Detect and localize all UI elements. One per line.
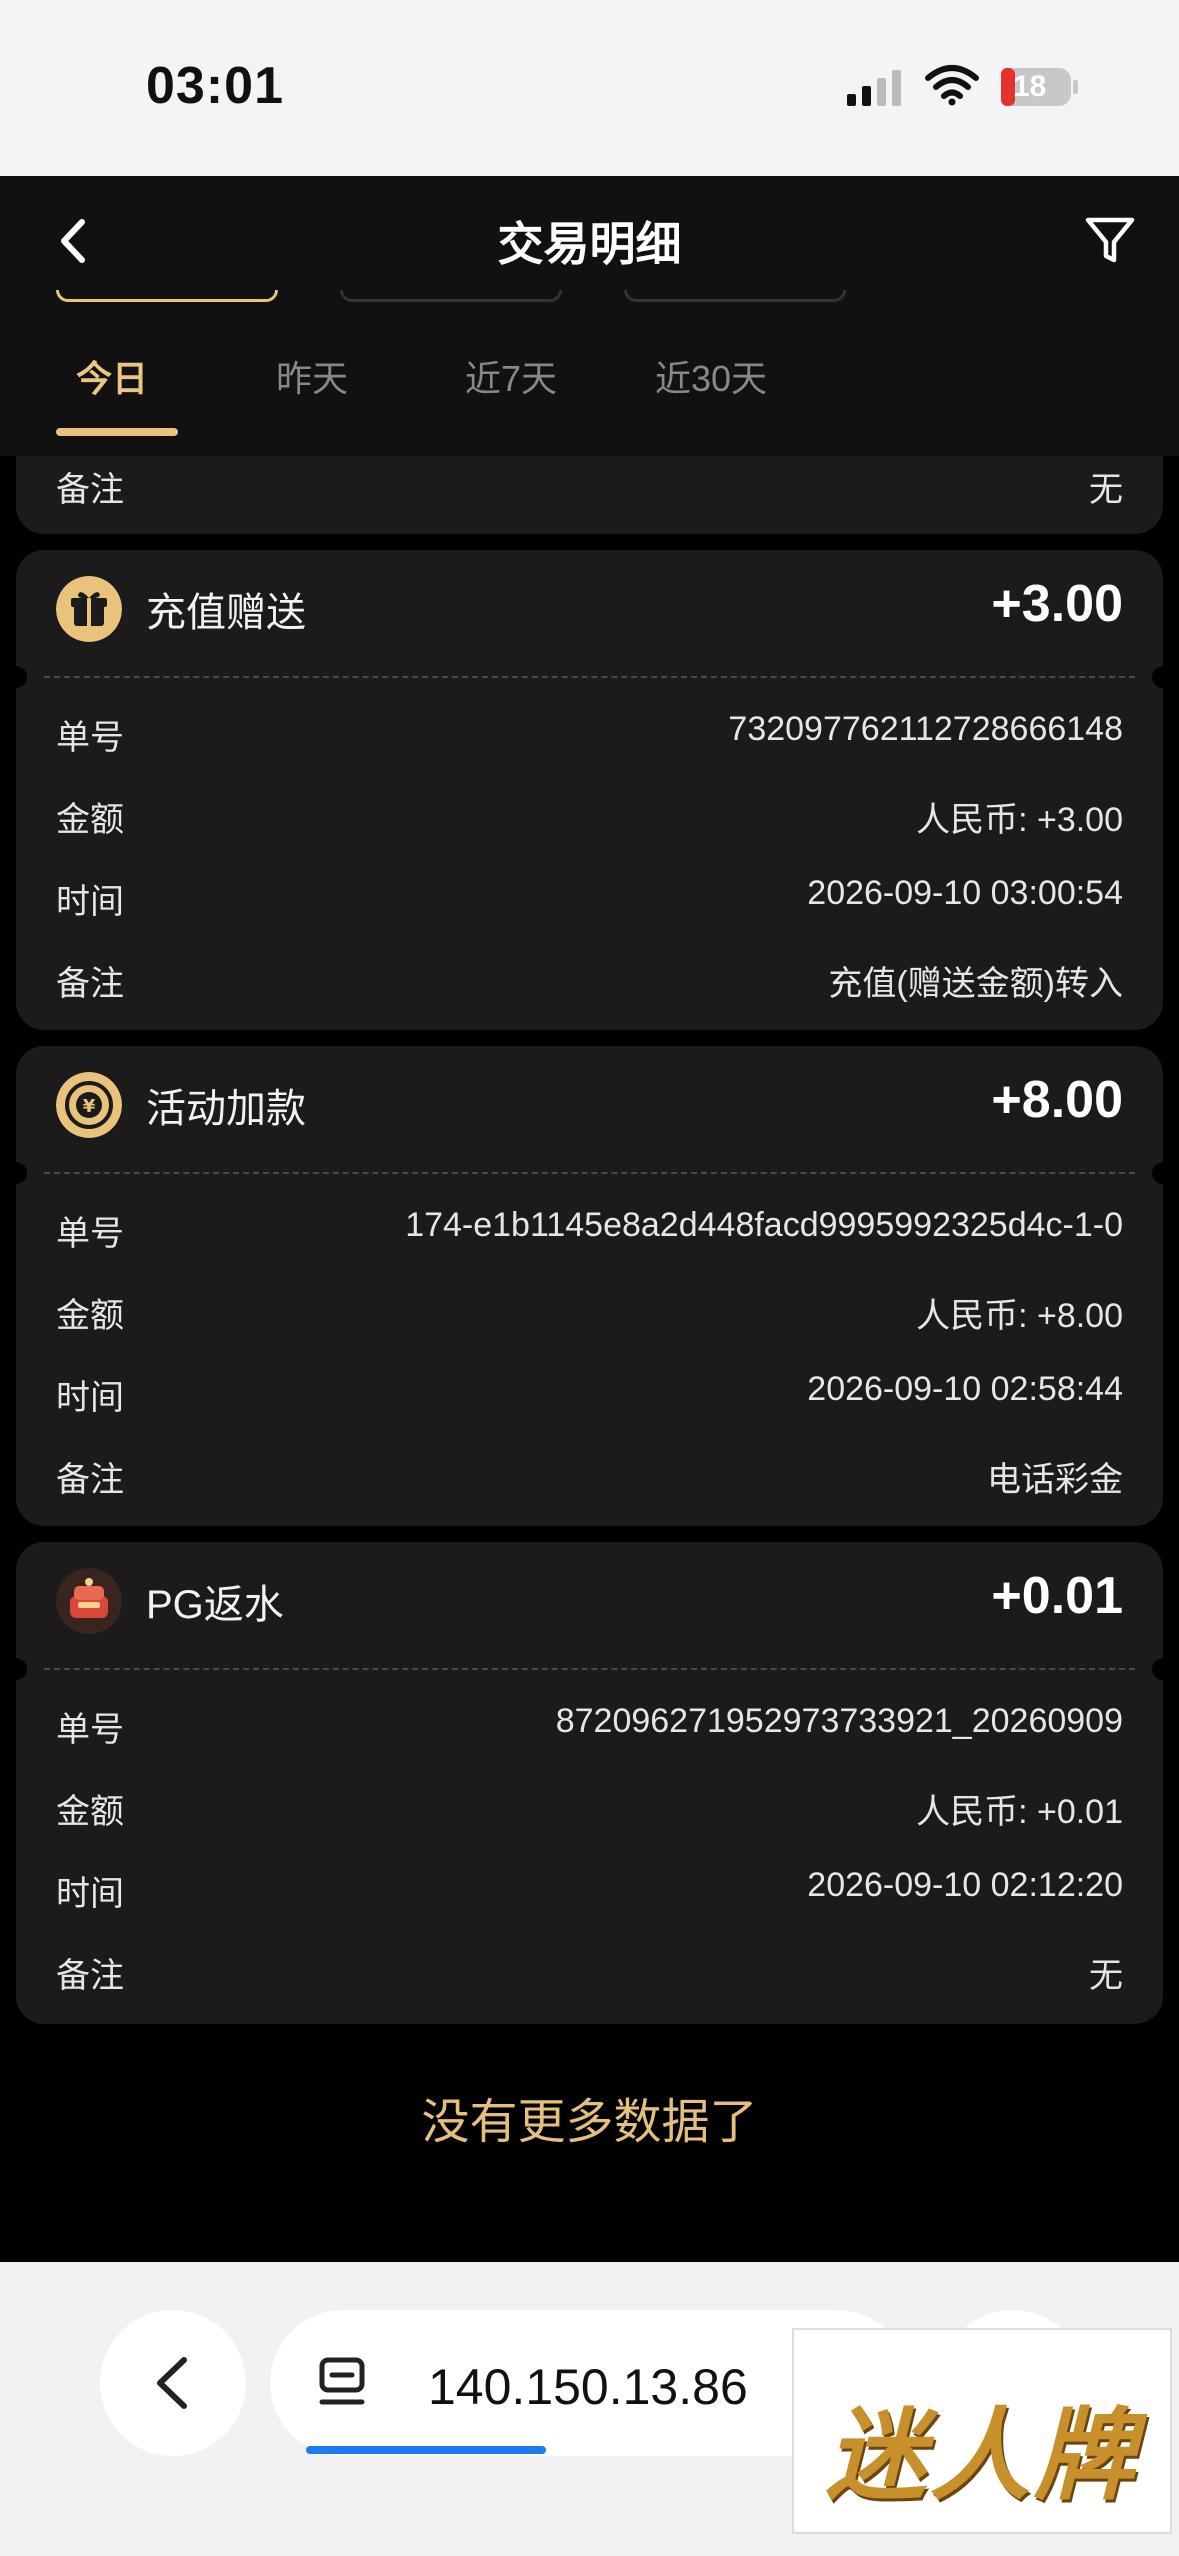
card-header: PG返水 +0.01: [16, 1542, 1163, 1670]
wifi-icon: [925, 65, 979, 106]
time-value: 2026-09-10 03:00:54: [807, 874, 1123, 912]
transaction-card: ¥ 活动加款 +8.00 单号 174-e1b1145e8a2d448facd9…: [5, 1046, 1174, 1526]
amount-value: 人民币: +0.01: [916, 1793, 1123, 1831]
battery-level: 18: [1013, 70, 1047, 103]
remark-value: 充值(赠送金额)转入: [828, 965, 1123, 1003]
row-label: 金额: [56, 801, 124, 839]
card-notch: [1152, 1162, 1174, 1184]
row-label: 单号: [56, 1711, 124, 1749]
amount-row: 金额 人民币: +3.00: [56, 792, 1123, 852]
amount-row: 金额 人民币: +0.01: [56, 1784, 1123, 1844]
card-notch: [5, 1162, 27, 1184]
row-label: 时间: [56, 1379, 124, 1417]
watermark-text: 迷人牌: [826, 2400, 1138, 2512]
row-label: 单号: [56, 719, 124, 757]
coin-activity-icon: ¥: [56, 1072, 122, 1138]
type-filter-pill-active[interactable]: [56, 290, 278, 302]
remark-row: 备注 充值(赠送金额)转入: [56, 956, 1123, 1016]
filter-icon[interactable]: [1080, 210, 1140, 270]
tab-7-days[interactable]: 近7天: [465, 350, 557, 402]
tab-30-days[interactable]: 近30天: [655, 350, 767, 402]
page-title: 交易明细: [497, 218, 682, 270]
page-menu-icon[interactable]: [318, 2356, 370, 2412]
row-label: 备注: [56, 1461, 124, 1499]
dashed-divider: [44, 1172, 1135, 1174]
row-label: 备注: [56, 1957, 124, 1995]
remark-row: 备注 无: [56, 462, 1123, 522]
card-header: ¥ 活动加款 +8.00: [16, 1046, 1163, 1174]
row-label: 单号: [56, 1215, 124, 1253]
order-number: 8720962719529737339​21_20260909: [555, 1702, 1123, 1740]
browser-back-button[interactable]: [100, 2310, 246, 2456]
order-number-row: 单号 7320977621127286661​48: [56, 710, 1123, 770]
row-label: 备注: [56, 471, 124, 509]
status-bar: 03:01 18: [0, 0, 1179, 176]
remark-row: 备注 无: [56, 1948, 1123, 2008]
tab-yesterday[interactable]: 昨天: [276, 350, 348, 402]
row-label: 时间: [56, 1875, 124, 1913]
card-notch: [1152, 1658, 1174, 1680]
battery-indicator: 18: [1000, 66, 1080, 108]
order-number: 7320977621127286661​48: [728, 710, 1123, 748]
card-notch: [5, 1658, 27, 1680]
transaction-type: PG返水: [146, 1583, 284, 1627]
time-value: 2026-09-10 02:58:44: [807, 1370, 1123, 1408]
cellular-signal-icon: [847, 70, 901, 106]
remark-value: 电话彩金: [987, 1461, 1123, 1499]
order-number-row: 单号 174-e1b1145e8a2d448facd9995992325d4c-…: [56, 1206, 1123, 1266]
url-text: 140.150.13.86: [428, 2359, 748, 2415]
amount-value: 人民币: +3.00: [916, 801, 1123, 839]
status-time: 03:01: [146, 57, 284, 115]
time-row: 时间 2026-09-10 02:12:20: [56, 1866, 1123, 1926]
card-header: 充值赠送 +3.00: [16, 550, 1163, 678]
transaction-amount: +3.00: [991, 575, 1123, 633]
transaction-amount: +0.01: [991, 1567, 1123, 1625]
row-value: 无: [1089, 471, 1123, 509]
amount-value: 人民币: +8.00: [916, 1297, 1123, 1335]
card-notch: [1152, 666, 1174, 688]
type-filter-pill[interactable]: [340, 290, 562, 302]
svg-text:¥: ¥: [83, 1096, 96, 1117]
dashed-divider: [44, 1668, 1135, 1670]
order-number-row: 单号 8720962719529737339​21_20260909: [56, 1702, 1123, 1762]
time-row: 时间 2026-09-10 02:58:44: [56, 1370, 1123, 1430]
date-tabs: 今日 昨天 近7天 近30天: [0, 350, 1179, 430]
watermark-logo: 迷人牌: [792, 2328, 1172, 2534]
row-label: 备注: [56, 965, 124, 1003]
card-notch: [5, 666, 27, 688]
transaction-amount: +8.00: [991, 1071, 1123, 1129]
type-filter-pill[interactable]: [624, 290, 846, 302]
page-load-progress: [306, 2446, 546, 2454]
transaction-type: 活动加款: [146, 1087, 306, 1131]
dashed-divider: [44, 676, 1135, 678]
tab-today[interactable]: 今日: [76, 350, 148, 402]
time-value: 2026-09-10 02:12:20: [807, 1866, 1123, 1904]
transaction-type: 充值赠送: [146, 591, 306, 635]
row-label: 时间: [56, 883, 124, 921]
order-number: 174-e1b1145e8a2d448facd9995992325d4c-1-0: [405, 1206, 1123, 1244]
row-label: 金额: [56, 1297, 124, 1335]
amount-row: 金额 人民币: +8.00: [56, 1288, 1123, 1348]
remark-row: 备注 电话彩金: [56, 1452, 1123, 1512]
no-more-data-text: 没有更多数据了: [421, 2096, 758, 2149]
active-tab-indicator: [56, 428, 178, 436]
transaction-card: PG返水 +0.01 单号 8720962719529737339​21_202…: [5, 1542, 1174, 2024]
time-row: 时间 2026-09-10 03:00:54: [56, 874, 1123, 934]
filter-tabs-bar: 今日 昨天 近7天 近30天: [0, 290, 1179, 456]
row-label: 金额: [56, 1793, 124, 1831]
pg-game-icon: [56, 1568, 122, 1634]
gift-icon: [56, 576, 122, 642]
remark-value: 无: [1089, 1957, 1123, 1995]
transaction-card: 充值赠送 +3.00 单号 7320977621127286661​48 金额 …: [5, 550, 1174, 1030]
chevron-left-icon: [157, 2357, 187, 2409]
